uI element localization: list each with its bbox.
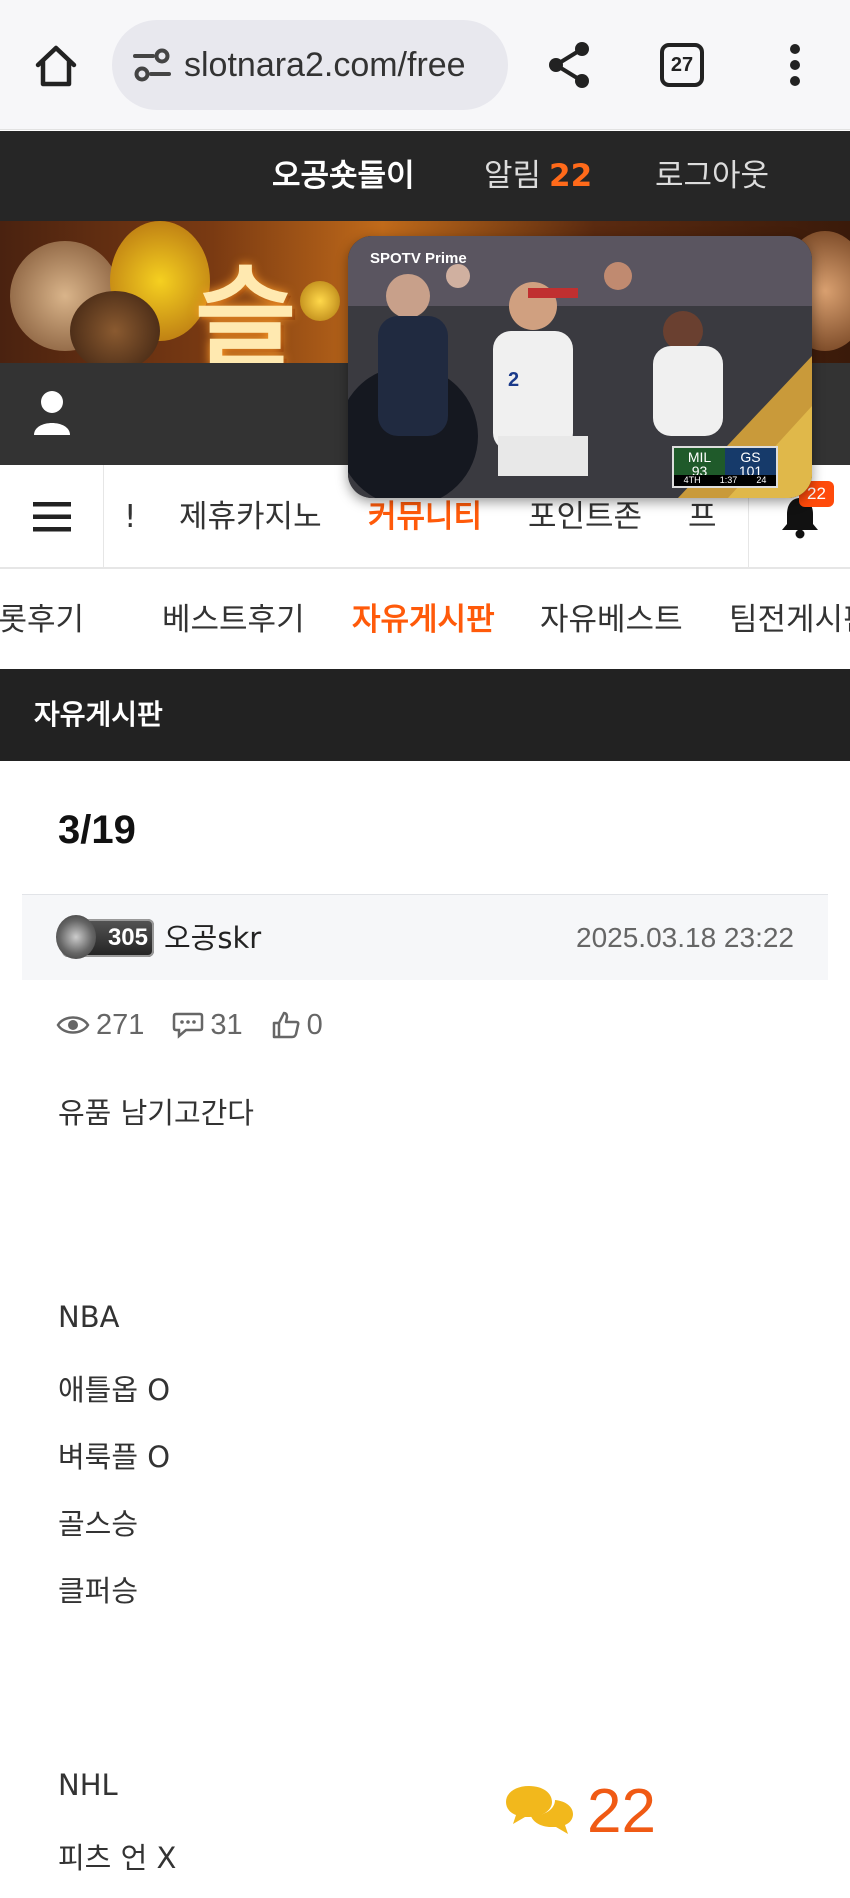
body-line: NHL xyxy=(58,1768,118,1802)
banner-logo: 슬 xyxy=(195,255,297,363)
nav-item-partial[interactable]: ! xyxy=(124,465,136,569)
comments-count: 31 xyxy=(210,1008,243,1041)
board-header: 자유게시판 xyxy=(0,669,850,761)
alarm-count: 22 xyxy=(549,158,593,194)
game-clock-row: 4TH 1:37 24 xyxy=(674,474,776,486)
coin-graphic xyxy=(300,281,340,321)
banner-character xyxy=(70,291,160,363)
user-icon[interactable] xyxy=(32,389,72,437)
broadcaster-logo: SPOTV Prime xyxy=(370,250,467,267)
body-line: NBA xyxy=(58,1300,120,1334)
sub-nav-item-team-board[interactable]: 팀전게시판 xyxy=(729,571,850,669)
level-gem-icon xyxy=(56,915,96,959)
sub-nav-item-best-review[interactable]: 베스트후기 xyxy=(162,571,305,669)
thumbs-up-icon xyxy=(272,1011,300,1039)
author-bar: 305 오공skr 2025.03.18 23:22 xyxy=(22,894,828,980)
site-settings-icon[interactable] xyxy=(130,43,174,87)
site-topbar: 오공숏돌이 알림 22 로그아웃 xyxy=(0,131,850,221)
comment-icon xyxy=(173,1012,204,1039)
views-count: 271 xyxy=(96,1008,145,1041)
chat-bubbles-icon xyxy=(506,1786,573,1834)
eye-icon xyxy=(56,1016,90,1034)
pip-video-player[interactable]: 2 SPOTV Prime MIL 93 GS 101 4TH 1:37 24 xyxy=(348,236,812,498)
body-line: 벼룩플 O xyxy=(58,1440,171,1474)
game-clock: 1:37 xyxy=(719,475,738,486)
comments-stat: 31 xyxy=(172,1008,243,1042)
body-line: 골스승 xyxy=(58,1507,139,1541)
post-title: 3/19 xyxy=(58,808,136,852)
url-text: slotnara2.com/free xyxy=(184,45,466,84)
body-line: 애틀옵 O xyxy=(58,1373,171,1407)
logout-link[interactable]: 로그아웃 xyxy=(655,131,769,221)
floating-comments-count: 22 xyxy=(587,1776,656,1846)
author-level: 305 xyxy=(107,924,148,951)
post-date: 2025.03.18 23:22 xyxy=(576,922,794,953)
alarm-label: 알림 xyxy=(484,158,542,194)
hamburger-menu-icon[interactable] xyxy=(0,465,104,569)
quarter: 4TH xyxy=(683,475,701,486)
sub-nav-item-free-board[interactable]: 자유게시판 xyxy=(352,571,495,669)
scoreboard: MIL 93 GS 101 4TH 1:37 24 xyxy=(672,446,778,488)
sub-nav-item-slot-review[interactable]: 슬롯후기 xyxy=(0,571,84,669)
body-line: 피츠 언 X xyxy=(58,1841,177,1875)
views-stat: 271 xyxy=(56,1009,144,1042)
username-link[interactable]: 오공숏돌이 xyxy=(272,131,415,221)
board-title: 자유게시판 xyxy=(34,698,163,731)
share-icon[interactable] xyxy=(540,36,598,94)
team2-score-box: GS 101 xyxy=(725,448,776,478)
level-badge: 305 xyxy=(56,915,154,959)
sub-nav-item-free-best[interactable]: 자유베스트 xyxy=(540,571,683,669)
nav-item-partner-casino[interactable]: 제휴카지노 xyxy=(179,465,322,569)
floating-comments-button[interactable]: 22 xyxy=(503,1776,656,1846)
home-icon[interactable] xyxy=(28,38,84,94)
shot-clock: 24 xyxy=(756,475,767,486)
team1-score-box: MIL 93 xyxy=(674,448,725,478)
svg-text:2: 2 xyxy=(508,369,519,391)
address-bar[interactable]: slotnara2.com/free xyxy=(112,20,508,110)
body-line: 클퍼승 xyxy=(58,1574,139,1608)
sub-nav[interactable]: 슬롯후기 베스트후기 자유게시판 자유베스트 팀전게시판 xyxy=(0,571,850,669)
post-stats: 271 31 0 xyxy=(56,1000,351,1050)
more-options-icon[interactable] xyxy=(770,40,820,90)
likes-stat[interactable]: 0 xyxy=(271,1009,323,1042)
browser-toolbar: slotnara2.com/free 27 xyxy=(0,0,850,130)
body-line: 유품 남기고간다 xyxy=(58,1096,254,1130)
tab-switcher-button[interactable]: 27 xyxy=(660,43,704,87)
likes-count: 0 xyxy=(306,1008,323,1041)
alarm-link[interactable]: 알림 22 xyxy=(484,131,592,221)
author-name[interactable]: 오공skr xyxy=(164,895,261,981)
